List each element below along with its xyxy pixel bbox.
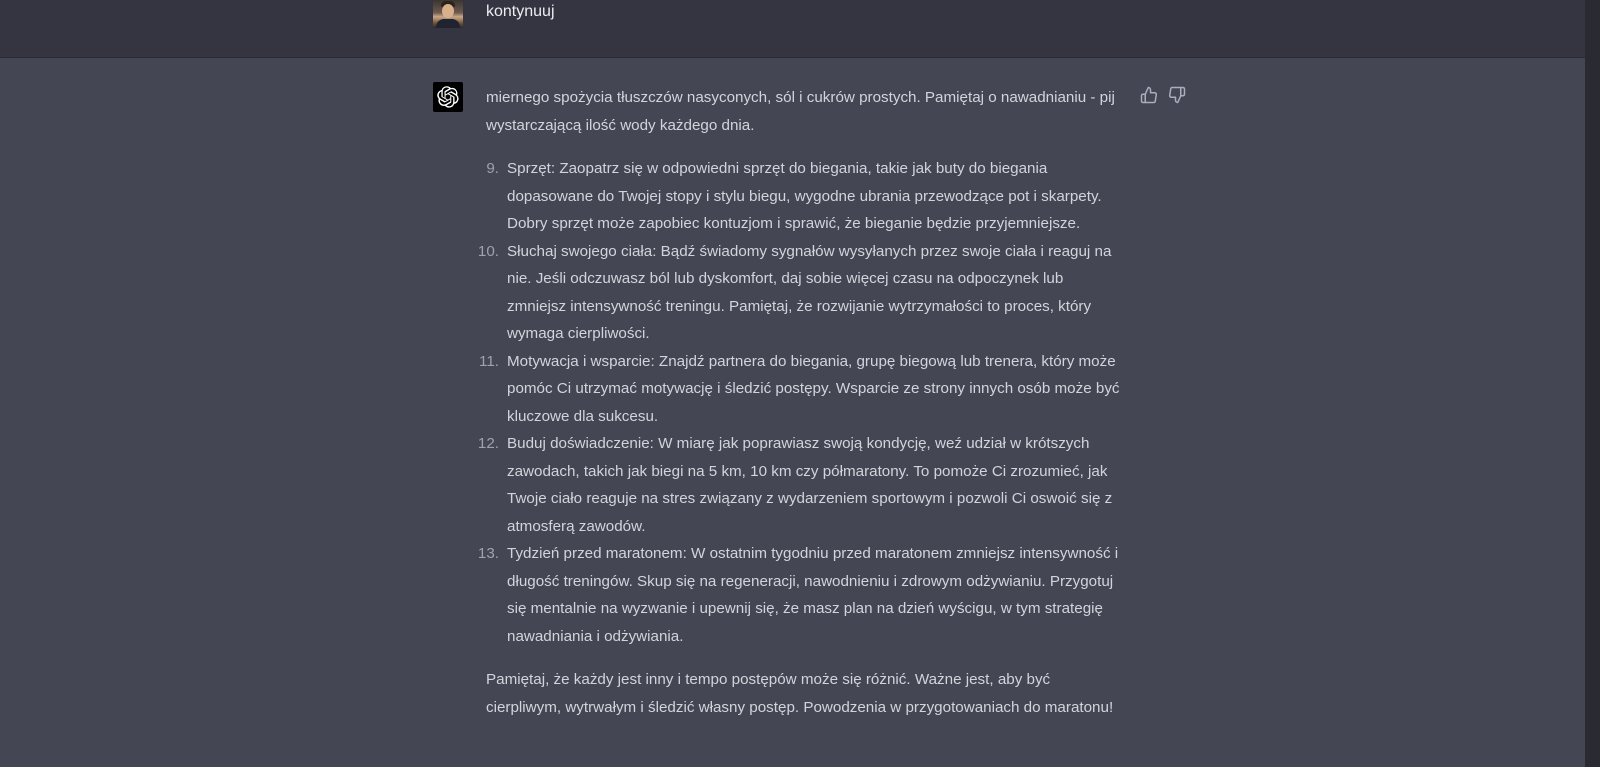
assistant-intro-paragraph: miernego spożycia tłuszczów nasyconych, …	[486, 89, 1115, 134]
assistant-numbered-list: 9. Sprzęt: Zaopatrz się w odpowiedni sprz…	[477, 155, 1126, 650]
assistant-outro-paragraph: Pamiętaj, że każdy jest inny i tempo pos…	[486, 671, 1114, 716]
user-message-text: kontynuuj	[486, 3, 555, 20]
list-item: 9. Sprzęt: Zaopatrz się w odpowiedni sprz…	[486, 160, 1102, 232]
list-item: 10. Słuchaj swojego ciała: Bądź świadomy …	[477, 242, 1112, 343]
user-message-row: kontynuuj	[0, 0, 1585, 58]
list-item: 12. Buduj doświadczenie: W miarę jak popr…	[477, 435, 1113, 535]
thumbs-down-icon[interactable]	[1168, 86, 1186, 104]
thumbs-up-icon[interactable]	[1140, 86, 1158, 104]
openai-logo-icon	[433, 82, 463, 112]
user-avatar	[433, 0, 463, 28]
list-item: 13. Tydzień przed maratonem: W ostatnim t…	[477, 545, 1119, 645]
scrollbar[interactable]	[1585, 0, 1600, 767]
list-item: 11. Motywacja i wsparcie: Znajdź partnera…	[479, 352, 1120, 425]
assistant-message: miernego spożycia tłuszczów nasyconych, …	[477, 84, 1126, 721]
feedback-buttons	[1140, 86, 1186, 104]
